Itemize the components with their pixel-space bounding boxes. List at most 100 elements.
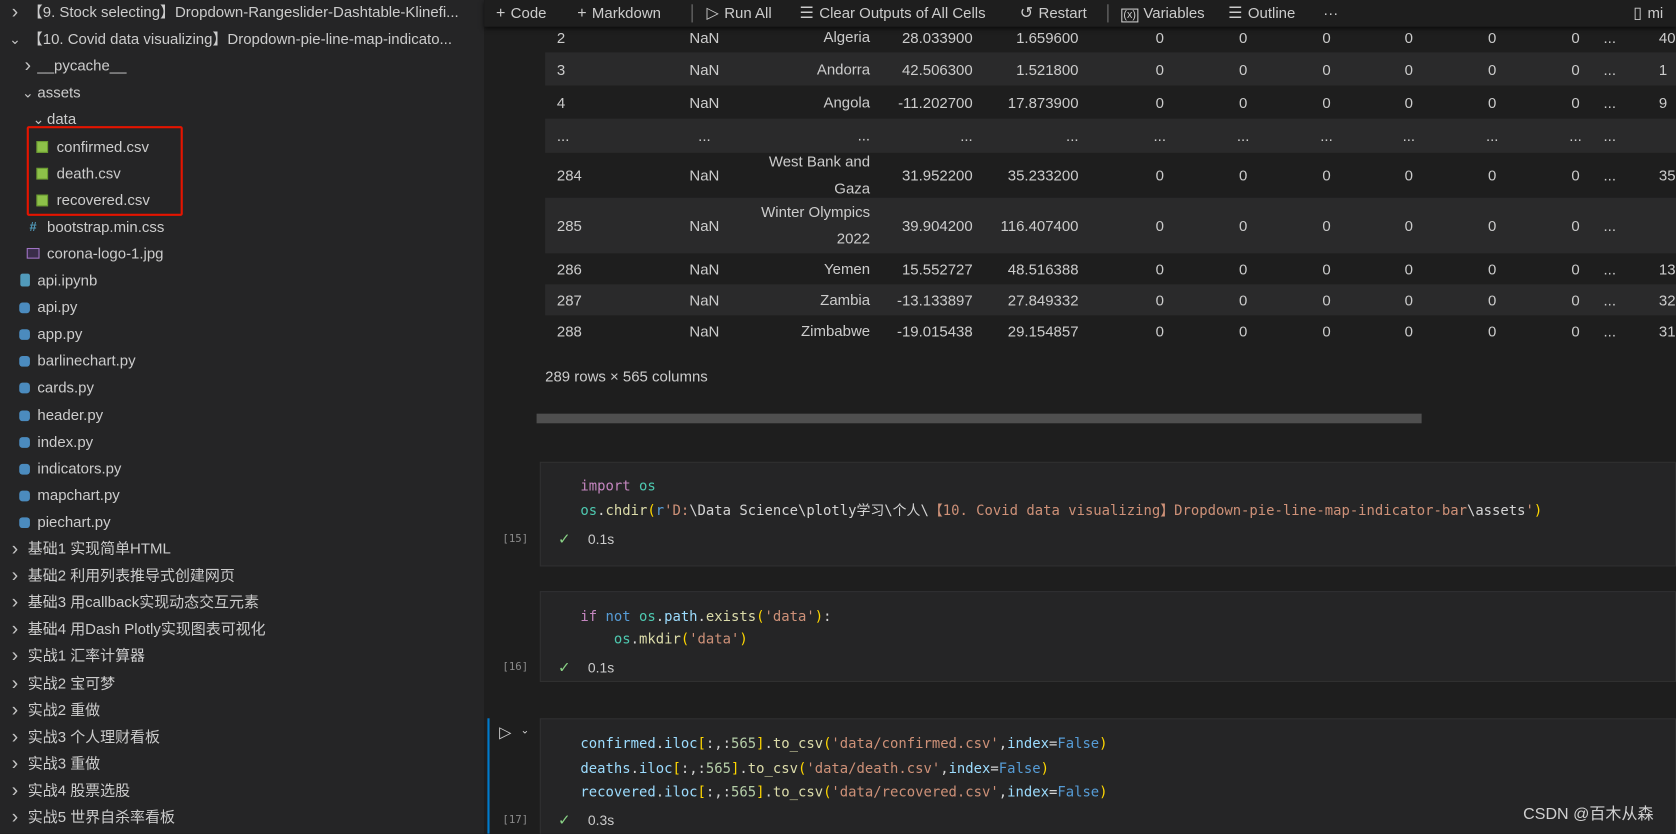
code-token: 565: [731, 736, 757, 753]
chevron-right-icon[interactable]: ›: [9, 670, 22, 697]
toolbar-divider: [1107, 4, 1109, 23]
file-item[interactable]: piechart.py: [0, 509, 484, 536]
item-label: api.py: [37, 298, 78, 316]
file-item[interactable]: header.py: [0, 401, 484, 428]
kernel-picker[interactable]: ▯ mi: [1633, 0, 1663, 27]
code-line[interactable]: confirmed.iloc[:,:565].to_csv('data/conf…: [580, 734, 1107, 755]
code-line[interactable]: if not os.path.exists('data'):: [580, 607, 831, 628]
folder-item[interactable]: › 实战2 重做: [0, 696, 484, 723]
horizontal-scrollbar[interactable]: [536, 413, 1422, 424]
chevron-right-icon[interactable]: ›: [9, 750, 22, 777]
chevron-right-icon[interactable]: ›: [9, 777, 22, 804]
chevron-right-icon[interactable]: ›: [21, 53, 34, 80]
chevron-down-icon[interactable]: ⌄: [21, 79, 34, 106]
chevron-right-icon[interactable]: ›: [9, 643, 22, 670]
folder-item[interactable]: › 基础3 用callback实现动态交互元素: [0, 589, 484, 616]
code-token: index: [1007, 784, 1049, 801]
code-cell[interactable]: if not os.path.exists('data'): os.mkdir(…: [502, 591, 1676, 682]
chevron-right-icon[interactable]: ›: [9, 696, 22, 723]
folder-item[interactable]: › 实战1 汇率计算器: [0, 643, 484, 670]
file-item[interactable]: cards.py: [0, 375, 484, 402]
code-token: os: [638, 609, 656, 626]
table-cell: 0: [1155, 216, 1164, 235]
folder-item[interactable]: ⌄ 【10. Covid data visualizing】Dropdown-pi…: [0, 26, 484, 53]
table-cell: 1.521800: [1016, 60, 1079, 78]
file-item[interactable]: indicators.py: [0, 455, 484, 482]
table-cell: ...: [1603, 127, 1616, 145]
chevron-right-icon[interactable]: ›: [9, 804, 22, 831]
item-label: 基础1 实现简单HTML: [27, 539, 171, 557]
table-cell: 0: [1155, 166, 1164, 184]
folder-item[interactable]: ⌄ assets: [0, 79, 484, 106]
item-label: bootstrap.min.css: [47, 217, 165, 235]
code-line[interactable]: import os: [580, 477, 655, 498]
run-cell-button[interactable]: ▷: [499, 723, 511, 742]
add-code-cell-button[interactable]: + Code: [496, 0, 546, 27]
code-token: chdir: [605, 503, 648, 520]
chevron-right-icon[interactable]: ›: [9, 616, 22, 643]
code-token: 'data': [689, 631, 740, 648]
folder-item[interactable]: › 【9. Stock selecting】Dropdown-Rangeslide…: [0, 0, 484, 26]
file-item[interactable]: api.ipynb: [0, 267, 484, 294]
folder-item[interactable]: › 实战3 重做: [0, 750, 484, 777]
code-line[interactable]: os.mkdir('data'): [580, 630, 748, 651]
table-cell: ...: [1066, 127, 1079, 145]
outline-button[interactable]: ☰ Outline: [1228, 0, 1295, 27]
folder-item[interactable]: › 实战5 世界自杀率看板: [0, 804, 484, 831]
table-cell: ...: [1485, 127, 1499, 145]
chevron-right-icon[interactable]: ›: [9, 723, 22, 750]
restart-button[interactable]: ↺ Restart: [1020, 0, 1087, 27]
table-cell: 0: [1238, 216, 1248, 235]
run-all-button[interactable]: ▷ Run All: [707, 0, 772, 27]
success-check-icon: ✓: [557, 658, 571, 676]
folder-item[interactable]: › 基础2 利用列表推导式创建网页: [0, 562, 484, 589]
chevron-right-icon[interactable]: ›: [9, 536, 22, 563]
run-options-chevron-icon[interactable]: ⌄: [521, 725, 530, 737]
more-actions-button[interactable]: ···: [1323, 0, 1338, 27]
code-cell[interactable]: import os os.chdir(r'D:\Data Science\plot…: [502, 461, 1676, 567]
table-cell: ...: [1603, 260, 1616, 278]
run-all-icon: ▷: [706, 4, 719, 23]
table-cell: 39.904200: [901, 216, 973, 235]
code-token: os: [638, 478, 656, 495]
file-item[interactable]: app.py: [0, 321, 484, 348]
table-cell: NaN: [689, 60, 720, 78]
folder-item[interactable]: › 实战4 股票选股: [0, 777, 484, 804]
run-all-label: Run All: [724, 4, 772, 22]
file-item[interactable]: corona-logo-1.jpg: [0, 240, 484, 267]
file-item[interactable]: mapchart.py: [0, 482, 484, 509]
folder-item[interactable]: › 基础4 用Dash Plotly实现图表可视化: [0, 616, 484, 643]
python-file-icon: [17, 509, 32, 538]
code-token: mkdir: [638, 631, 681, 648]
code-line[interactable]: os.chdir(r'D:\Data Science\plotly学习\个人\【…: [580, 501, 1542, 522]
clear-outputs-button[interactable]: ☰ Clear Outputs of All Cells: [800, 0, 986, 27]
file-item[interactable]: barlinechart.py: [0, 348, 484, 375]
code-token: os: [613, 631, 631, 648]
table-row: 286 NaN Yemen 15.552727 48.516388 0 0 0 0 0 0... 13: [545, 253, 1676, 284]
add-markdown-cell-button[interactable]: + Markdown: [577, 0, 661, 27]
table-cell: 17.873900: [1007, 93, 1079, 111]
folder-item[interactable]: › __pycache__: [0, 53, 484, 80]
folder-item[interactable]: › 基础1 实现简单HTML: [0, 536, 484, 563]
code-line[interactable]: deaths.iloc[:,:565].to_csv('data/death.c…: [580, 759, 1049, 780]
selected-cell-indicator: [487, 718, 490, 834]
table-cell: ...: [1603, 216, 1616, 235]
variables-button[interactable]: (x) Variables: [1121, 0, 1205, 27]
code-token: 565: [705, 761, 732, 778]
chevron-right-icon[interactable]: ›: [9, 589, 22, 616]
chevron-down-icon[interactable]: ⌄: [9, 26, 22, 53]
file-item[interactable]: api.py: [0, 294, 484, 321]
variables-label: Variables: [1143, 4, 1205, 22]
file-item[interactable]: index.py: [0, 428, 484, 455]
item-label: index.py: [37, 432, 94, 450]
code-cell[interactable]: confirmed.iloc[:,:565].to_csv('data/conf…: [502, 718, 1676, 834]
chevron-right-icon[interactable]: ›: [9, 0, 22, 26]
table-cell: ...: [698, 127, 711, 145]
chevron-right-icon[interactable]: ›: [9, 562, 22, 589]
folder-item[interactable]: › 实战3 个人理财看板: [0, 723, 484, 750]
code-line[interactable]: recovered.iloc[:,:565].to_csv('data/reco…: [580, 782, 1107, 803]
file-item[interactable]: # bootstrap.min.css: [0, 214, 484, 241]
table-row: 288 NaN Zimbabwe -19.015438 29.154857 0 0 0 0 0 0.…: [545, 315, 1676, 347]
folder-item[interactable]: › 实战2 宝可梦: [0, 670, 484, 697]
table-cell: Andorra: [816, 59, 871, 77]
